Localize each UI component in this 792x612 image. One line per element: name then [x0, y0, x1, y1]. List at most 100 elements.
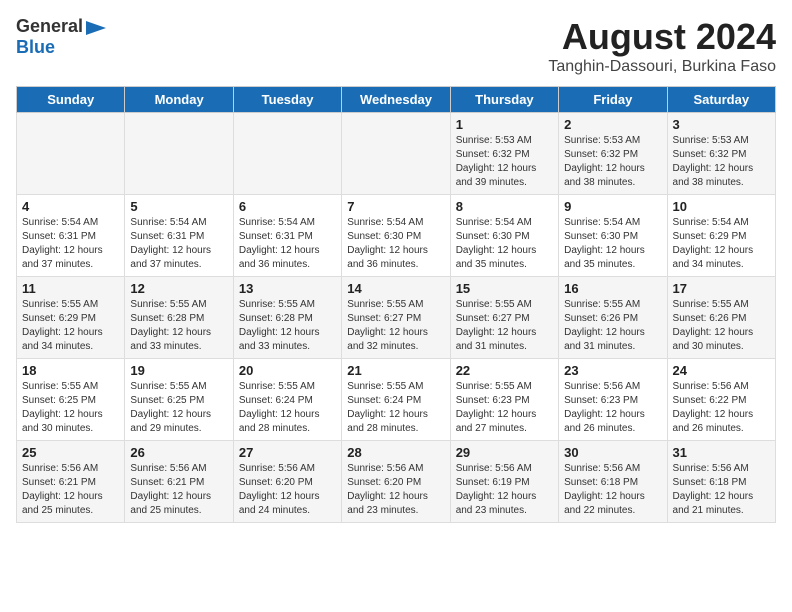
calendar-cell: 23 Sunrise: 5:56 AM Sunset: 6:23 PM Dayli…: [559, 359, 667, 441]
day-number: 26: [130, 445, 227, 460]
logo-general: General: [16, 16, 83, 36]
day-info: Sunrise: 5:53 AM Sunset: 6:32 PM Dayligh…: [456, 134, 553, 190]
day-number: 9: [564, 199, 661, 214]
day-number: 25: [22, 445, 119, 460]
calendar-cell: 8Sunrise: 5:54 AM Sunset: 6:30 PM Daylig…: [450, 195, 558, 277]
calendar-cell: 7 Sunrise: 5:54 AM Sunset: 6:30 PM Daylig…: [342, 195, 450, 277]
day-number: 30: [564, 445, 661, 460]
calendar-cell: 26 Sunrise: 5:56 AM Sunset: 6:21 PM Dayli…: [125, 441, 233, 523]
day-info: Sunrise: 5:55 AM Sunset: 6:26 PM Dayligh…: [564, 298, 661, 354]
main-title: August 2024: [548, 16, 776, 58]
calendar-cell: 29Sunrise: 5:56 AM Sunset: 6:19 PM Dayli…: [450, 441, 558, 523]
day-number: 21: [347, 363, 444, 378]
day-info: Sunrise: 5:56 AM Sunset: 6:19 PM Dayligh…: [456, 462, 553, 518]
header-day-wednesday: Wednesday: [342, 87, 450, 113]
day-info: Sunrise: 5:54 AM Sunset: 6:30 PM Dayligh…: [347, 216, 444, 272]
day-number: 7: [347, 199, 444, 214]
logo-flag-icon: [84, 19, 106, 37]
calendar-cell: 5Sunrise: 5:54 AM Sunset: 6:31 PM Daylig…: [125, 195, 233, 277]
logo: General Blue: [16, 16, 107, 58]
calendar-cell: 10 Sunrise: 5:54 AM Sunset: 6:29 PM Dayli…: [667, 195, 775, 277]
calendar-cell: 28 Sunrise: 5:56 AM Sunset: 6:20 PM Dayli…: [342, 441, 450, 523]
day-number: 19: [130, 363, 227, 378]
calendar-cell: [17, 113, 125, 195]
calendar-cell: 24 Sunrise: 5:56 AM Sunset: 6:22 PM Dayli…: [667, 359, 775, 441]
calendar-cell: 19 Sunrise: 5:55 AM Sunset: 6:25 PM Dayli…: [125, 359, 233, 441]
calendar-cell: [125, 113, 233, 195]
day-number: 14: [347, 281, 444, 296]
day-number: 20: [239, 363, 336, 378]
day-number: 17: [673, 281, 770, 296]
day-info: Sunrise: 5:55 AM Sunset: 6:26 PM Dayligh…: [673, 298, 770, 354]
header-day-monday: Monday: [125, 87, 233, 113]
day-info: Sunrise: 5:53 AM Sunset: 6:32 PM Dayligh…: [564, 134, 661, 190]
header-day-thursday: Thursday: [450, 87, 558, 113]
calendar-header: SundayMondayTuesdayWednesdayThursdayFrid…: [17, 87, 776, 113]
day-info: Sunrise: 5:55 AM Sunset: 6:25 PM Dayligh…: [130, 380, 227, 436]
day-info: Sunrise: 5:55 AM Sunset: 6:23 PM Dayligh…: [456, 380, 553, 436]
day-number: 23: [564, 363, 661, 378]
subtitle: Tanghin-Dassouri, Burkina Faso: [548, 58, 776, 76]
day-number: 2: [564, 117, 661, 132]
header-day-tuesday: Tuesday: [233, 87, 341, 113]
day-info: Sunrise: 5:55 AM Sunset: 6:24 PM Dayligh…: [347, 380, 444, 436]
day-info: Sunrise: 5:56 AM Sunset: 6:22 PM Dayligh…: [673, 380, 770, 436]
day-info: Sunrise: 5:56 AM Sunset: 6:18 PM Dayligh…: [564, 462, 661, 518]
day-info: Sunrise: 5:56 AM Sunset: 6:21 PM Dayligh…: [22, 462, 119, 518]
day-info: Sunrise: 5:55 AM Sunset: 6:24 PM Dayligh…: [239, 380, 336, 436]
calendar-cell: 25 Sunrise: 5:56 AM Sunset: 6:21 PM Dayli…: [17, 441, 125, 523]
title-section: August 2024 Tanghin-Dassouri, Burkina Fa…: [548, 16, 776, 76]
day-number: 22: [456, 363, 553, 378]
calendar-cell: [342, 113, 450, 195]
calendar-cell: 11 Sunrise: 5:55 AM Sunset: 6:29 PM Dayli…: [17, 277, 125, 359]
header-row: SundayMondayTuesdayWednesdayThursdayFrid…: [17, 87, 776, 113]
week-row-2: 4 Sunrise: 5:54 AM Sunset: 6:31 PM Daylig…: [17, 195, 776, 277]
week-row-4: 18Sunrise: 5:55 AM Sunset: 6:25 PM Dayli…: [17, 359, 776, 441]
calendar-cell: 21 Sunrise: 5:55 AM Sunset: 6:24 PM Dayli…: [342, 359, 450, 441]
day-info: Sunrise: 5:56 AM Sunset: 6:20 PM Dayligh…: [239, 462, 336, 518]
calendar-cell: 22 Sunrise: 5:55 AM Sunset: 6:23 PM Dayli…: [450, 359, 558, 441]
day-number: 4: [22, 199, 119, 214]
day-number: 24: [673, 363, 770, 378]
calendar-cell: 30 Sunrise: 5:56 AM Sunset: 6:18 PM Dayli…: [559, 441, 667, 523]
day-info: Sunrise: 5:54 AM Sunset: 6:30 PM Dayligh…: [564, 216, 661, 272]
day-number: 28: [347, 445, 444, 460]
calendar-cell: 31 Sunrise: 5:56 AM Sunset: 6:18 PM Dayli…: [667, 441, 775, 523]
day-info: Sunrise: 5:55 AM Sunset: 6:29 PM Dayligh…: [22, 298, 119, 354]
calendar-cell: 9 Sunrise: 5:54 AM Sunset: 6:30 PM Daylig…: [559, 195, 667, 277]
week-row-3: 11 Sunrise: 5:55 AM Sunset: 6:29 PM Dayli…: [17, 277, 776, 359]
day-number: 6: [239, 199, 336, 214]
calendar-cell: 1Sunrise: 5:53 AM Sunset: 6:32 PM Daylig…: [450, 113, 558, 195]
week-row-1: 1Sunrise: 5:53 AM Sunset: 6:32 PM Daylig…: [17, 113, 776, 195]
day-number: 31: [673, 445, 770, 460]
calendar-cell: 16 Sunrise: 5:55 AM Sunset: 6:26 PM Dayli…: [559, 277, 667, 359]
calendar-table: SundayMondayTuesdayWednesdayThursdayFrid…: [16, 86, 776, 523]
calendar-cell: 3 Sunrise: 5:53 AM Sunset: 6:32 PM Daylig…: [667, 113, 775, 195]
day-info: Sunrise: 5:54 AM Sunset: 6:31 PM Dayligh…: [239, 216, 336, 272]
day-info: Sunrise: 5:56 AM Sunset: 6:20 PM Dayligh…: [347, 462, 444, 518]
day-info: Sunrise: 5:54 AM Sunset: 6:30 PM Dayligh…: [456, 216, 553, 272]
day-info: Sunrise: 5:55 AM Sunset: 6:28 PM Dayligh…: [130, 298, 227, 354]
day-info: Sunrise: 5:56 AM Sunset: 6:21 PM Dayligh…: [130, 462, 227, 518]
day-info: Sunrise: 5:56 AM Sunset: 6:23 PM Dayligh…: [564, 380, 661, 436]
calendar-body: 1Sunrise: 5:53 AM Sunset: 6:32 PM Daylig…: [17, 113, 776, 523]
day-number: 12: [130, 281, 227, 296]
calendar-cell: 14Sunrise: 5:55 AM Sunset: 6:27 PM Dayli…: [342, 277, 450, 359]
calendar-cell: [233, 113, 341, 195]
calendar-cell: 15 Sunrise: 5:55 AM Sunset: 6:27 PM Dayli…: [450, 277, 558, 359]
day-number: 16: [564, 281, 661, 296]
day-number: 11: [22, 281, 119, 296]
day-info: Sunrise: 5:56 AM Sunset: 6:18 PM Dayligh…: [673, 462, 770, 518]
header: General Blue August 2024 Tanghin-Dassour…: [16, 16, 776, 76]
day-number: 15: [456, 281, 553, 296]
day-info: Sunrise: 5:55 AM Sunset: 6:25 PM Dayligh…: [22, 380, 119, 436]
day-info: Sunrise: 5:55 AM Sunset: 6:27 PM Dayligh…: [456, 298, 553, 354]
header-day-friday: Friday: [559, 87, 667, 113]
day-number: 3: [673, 117, 770, 132]
day-info: Sunrise: 5:54 AM Sunset: 6:31 PM Dayligh…: [22, 216, 119, 272]
day-info: Sunrise: 5:54 AM Sunset: 6:29 PM Dayligh…: [673, 216, 770, 272]
day-info: Sunrise: 5:54 AM Sunset: 6:31 PM Dayligh…: [130, 216, 227, 272]
day-number: 10: [673, 199, 770, 214]
day-info: Sunrise: 5:53 AM Sunset: 6:32 PM Dayligh…: [673, 134, 770, 190]
calendar-cell: 2 Sunrise: 5:53 AM Sunset: 6:32 PM Daylig…: [559, 113, 667, 195]
